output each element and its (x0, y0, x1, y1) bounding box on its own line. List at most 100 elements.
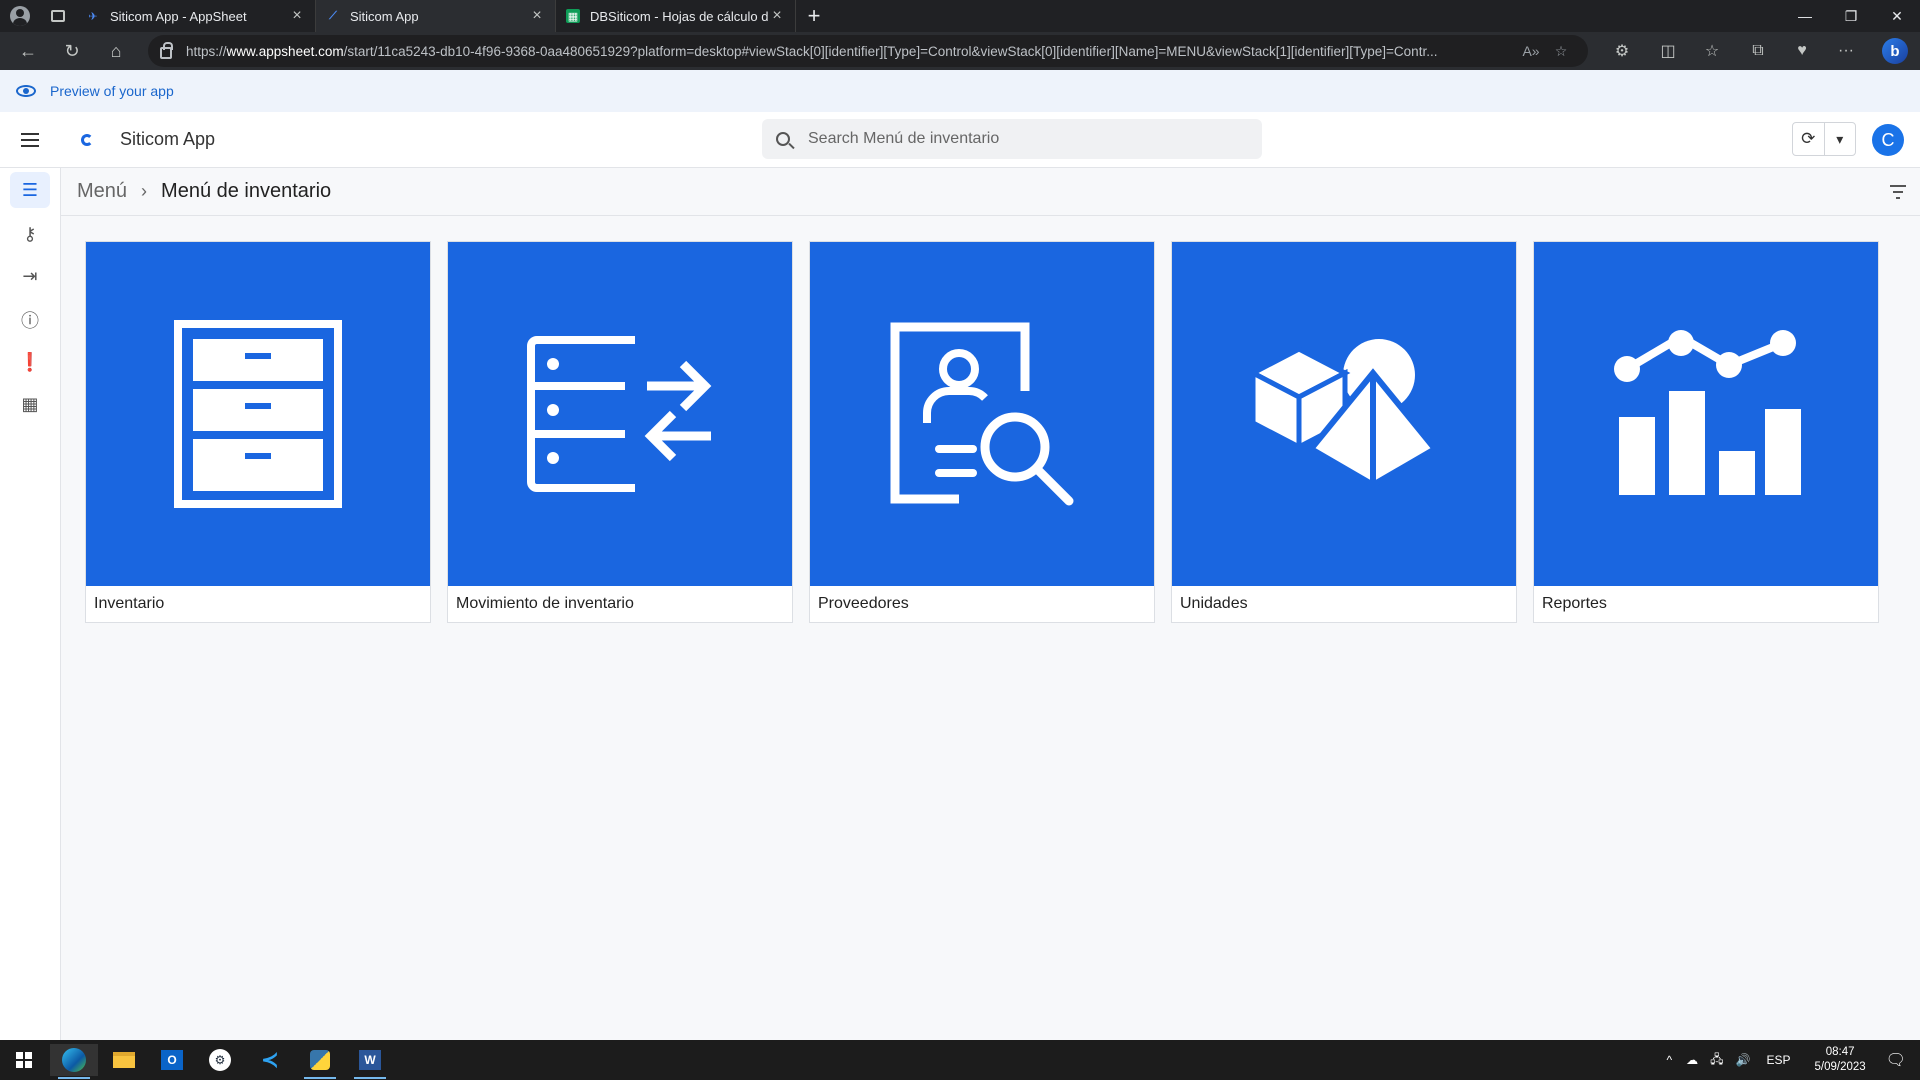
browser-tab[interactable]: ▦ DBSiticom - Hojas de cálculo de × (556, 0, 796, 32)
browser-essentials-icon[interactable]: ♥ (1780, 32, 1824, 70)
app-title: Siticom App (120, 129, 216, 149)
windows-taskbar: O ⚙ ≺ W ^ ☁ 🖧 🔊 ESP 08:47 5/09/2023 🗨 (0, 1040, 1920, 1080)
volume-icon[interactable]: 🔊 (1736, 1053, 1751, 1067)
split-screen-icon[interactable]: ◫ (1646, 32, 1690, 70)
windows-start-icon[interactable] (0, 1044, 48, 1076)
card-label: Inventario (94, 595, 165, 612)
sign-out-icon[interactable]: ⇥ (10, 258, 50, 294)
minimize-icon[interactable]: — (1782, 0, 1828, 32)
lock-icon (160, 42, 173, 59)
collections-icon[interactable]: ⧉ (1736, 32, 1780, 70)
refresh-icon[interactable]: ↻ (50, 32, 94, 70)
clock-date: 5/09/2023 (1814, 1061, 1866, 1073)
search-icon (776, 132, 790, 146)
feedback-icon[interactable]: ❗ (10, 344, 50, 380)
url-text: https://www.appsheet.com/start/11ca5243-… (186, 43, 1438, 59)
app-header: Siticom App Search Menú de inventario ⟳ … (0, 112, 1920, 168)
menu-card-reportes[interactable]: Reportes (1533, 241, 1879, 623)
app-logo (68, 130, 108, 150)
list-view-icon[interactable]: ☰ (10, 172, 50, 208)
chevron-up-icon[interactable]: ^ (1667, 1053, 1673, 1067)
favorite-star-icon[interactable]: ☆ (1546, 43, 1576, 60)
filter-icon[interactable] (1890, 185, 1906, 199)
restore-icon[interactable]: ❐ (1828, 0, 1874, 32)
menu-card-movimiento[interactable]: Movimiento de inventario (447, 241, 793, 623)
python-icon[interactable] (296, 1044, 344, 1079)
chevron-right-icon: › (141, 181, 148, 201)
more-options-icon[interactable]: ··· (1824, 32, 1868, 70)
read-aloud-icon[interactable]: A» (1516, 43, 1546, 59)
new-tab-button[interactable]: + (796, 0, 832, 32)
search-placeholder: Search Menú de inventario (808, 130, 1000, 147)
card-label: Reportes (1542, 595, 1607, 612)
edge-browser-icon[interactable] (50, 1044, 98, 1079)
appsheet-favicon-icon: ✈ (88, 10, 98, 23)
sync-button-group: ⟳ ▾ (1792, 122, 1856, 156)
browser-tab-strip: ✈ Siticom App - AppSheet × ⟋ Siticom App… (0, 0, 1920, 32)
notifications-icon[interactable]: 🗨 (1886, 1050, 1906, 1070)
close-tab-icon[interactable]: × (289, 7, 305, 25)
browser-tab[interactable]: ✈ Siticom App - AppSheet × (76, 0, 316, 32)
breadcrumb-parent-link[interactable]: Menú (77, 180, 127, 203)
hamburger-menu-icon[interactable] (0, 112, 60, 168)
shapes-icon (1249, 339, 1439, 489)
address-bar-row: ← ↻ ⌂ https://www.appsheet.com/start/11c… (0, 32, 1920, 70)
tab-actions-icon[interactable] (40, 0, 76, 32)
network-icon[interactable]: 🖧 (1710, 1050, 1723, 1071)
onedrive-icon[interactable]: ☁ (1686, 1053, 1698, 1067)
sheets-favicon-icon: ▦ (566, 9, 580, 23)
key-icon[interactable]: ⚷ (10, 216, 50, 252)
inventory-movement-icon (527, 336, 712, 492)
browser-tab-active[interactable]: ⟋ Siticom App × (316, 0, 556, 32)
info-icon[interactable]: ⓘ (10, 302, 50, 338)
steam-icon[interactable]: ⚙ (196, 1044, 244, 1076)
clock-time: 08:47 (1825, 1046, 1855, 1058)
chevron-down-icon[interactable]: ▾ (1825, 123, 1856, 155)
card-tile (1172, 242, 1516, 586)
url-field[interactable]: https://www.appsheet.com/start/11ca5243-… (148, 35, 1588, 67)
card-tile (448, 242, 792, 586)
language-indicator[interactable]: ESP (1767, 1053, 1791, 1067)
avatar[interactable]: C (1872, 124, 1904, 156)
breadcrumb: Menú › Menú de inventario (61, 168, 1920, 216)
card-label: Movimiento de inventario (456, 595, 634, 612)
extensions-icon[interactable]: ⚙ (1600, 32, 1644, 70)
close-tab-icon[interactable]: × (529, 7, 545, 25)
search-input[interactable]: Search Menú de inventario (762, 119, 1262, 159)
sync-icon[interactable]: ⟳ (1793, 123, 1825, 155)
back-arrow-icon[interactable]: ← (6, 32, 50, 70)
app-favicon-icon: ⟋ (329, 9, 337, 22)
preview-banner-text: Preview of your app (50, 83, 174, 99)
vscode-icon[interactable]: ≺ (246, 1044, 294, 1076)
favorites-icon[interactable]: ☆ (1690, 32, 1734, 70)
menu-card-inventario[interactable]: Inventario (85, 241, 431, 623)
preview-banner: Preview of your app (0, 70, 1920, 112)
window-controls: — ❐ ✕ (1782, 0, 1920, 32)
tab-title: Siticom App - AppSheet (110, 8, 247, 24)
dashboard-grid-icon[interactable]: ▦ (10, 386, 50, 422)
menu-card-unidades[interactable]: Unidades (1171, 241, 1517, 623)
home-icon[interactable]: ⌂ (94, 32, 138, 70)
chart-report-icon (1614, 330, 1801, 495)
menu-card-proveedores[interactable]: Proveedores (809, 241, 1155, 623)
profile-icon[interactable] (0, 0, 40, 32)
clock[interactable]: 08:47 5/09/2023 (1815, 1045, 1866, 1075)
page-title: Menú de inventario (161, 180, 332, 202)
card-tile (810, 242, 1154, 586)
card-tile (86, 242, 430, 586)
card-label: Unidades (1180, 595, 1248, 612)
card-label: Proveedores (818, 595, 909, 612)
file-cabinet-icon (174, 320, 342, 508)
outlook-icon[interactable]: O (148, 1044, 196, 1076)
eye-icon (16, 85, 36, 97)
bing-copilot-icon[interactable]: b (1882, 38, 1908, 64)
word-icon[interactable]: W (346, 1044, 394, 1079)
left-nav-rail: ☰ ⚷ ⇥ ⓘ ❗ ▦ (0, 168, 61, 1040)
close-tab-icon[interactable]: × (769, 7, 785, 25)
tab-title: Siticom App (350, 8, 419, 24)
supplier-search-icon (890, 322, 1074, 506)
card-tile (1534, 242, 1878, 586)
file-explorer-icon[interactable] (100, 1044, 148, 1076)
system-tray: ^ ☁ 🖧 🔊 ESP 08:47 5/09/2023 🗨 (1659, 1040, 1920, 1080)
close-window-icon[interactable]: ✕ (1874, 0, 1920, 32)
